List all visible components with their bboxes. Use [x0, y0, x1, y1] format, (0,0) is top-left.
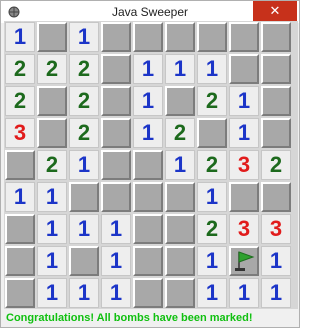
- revealed-cell-2[interactable]: 2: [69, 86, 99, 116]
- revealed-cell-2[interactable]: 2: [165, 118, 195, 148]
- revealed-cell-2[interactable]: 2: [5, 54, 35, 84]
- covered-cell[interactable]: [101, 150, 131, 180]
- covered-cell[interactable]: [197, 118, 227, 148]
- covered-cell[interactable]: [101, 22, 131, 52]
- covered-cell[interactable]: [165, 246, 195, 276]
- revealed-cell-3[interactable]: 3: [261, 214, 291, 244]
- covered-cell[interactable]: [229, 22, 259, 52]
- revealed-cell-1[interactable]: 1: [229, 278, 259, 308]
- covered-cell[interactable]: [229, 54, 259, 84]
- covered-cell[interactable]: [261, 182, 291, 212]
- covered-cell[interactable]: [165, 22, 195, 52]
- revealed-cell-1[interactable]: 1: [133, 118, 163, 148]
- close-button[interactable]: ✕: [253, 1, 297, 21]
- covered-cell[interactable]: [229, 182, 259, 212]
- revealed-cell-1[interactable]: 1: [101, 246, 131, 276]
- covered-cell[interactable]: [5, 246, 35, 276]
- covered-cell[interactable]: [133, 246, 163, 276]
- revealed-cell-1[interactable]: 1: [261, 278, 291, 308]
- revealed-cell-1[interactable]: 1: [165, 150, 195, 180]
- covered-cell[interactable]: [101, 182, 131, 212]
- flagged-cell[interactable]: [229, 246, 259, 276]
- revealed-cell-2[interactable]: 2: [5, 86, 35, 116]
- covered-cell[interactable]: [165, 86, 195, 116]
- revealed-cell-1[interactable]: 1: [165, 54, 195, 84]
- status-message: Congratulations! All bombs have been mar…: [6, 312, 253, 324]
- covered-cell[interactable]: [37, 86, 67, 116]
- covered-cell[interactable]: [133, 182, 163, 212]
- revealed-cell-1[interactable]: 1: [37, 278, 67, 308]
- revealed-cell-2[interactable]: 2: [261, 150, 291, 180]
- covered-cell[interactable]: [133, 214, 163, 244]
- covered-cell[interactable]: [37, 118, 67, 148]
- title-bar: Java Sweeper ✕: [1, 1, 299, 23]
- covered-cell[interactable]: [5, 278, 35, 308]
- covered-cell[interactable]: [165, 214, 195, 244]
- revealed-cell-1[interactable]: 1: [69, 214, 99, 244]
- revealed-cell-3[interactable]: 3: [5, 118, 35, 148]
- revealed-cell-3[interactable]: 3: [229, 214, 259, 244]
- revealed-cell-1[interactable]: 1: [133, 54, 163, 84]
- covered-cell[interactable]: [101, 86, 131, 116]
- revealed-cell-1[interactable]: 1: [133, 86, 163, 116]
- covered-cell[interactable]: [261, 22, 291, 52]
- covered-cell[interactable]: [133, 22, 163, 52]
- revealed-cell-1[interactable]: 1: [37, 246, 67, 276]
- revealed-cell-1[interactable]: 1: [101, 214, 131, 244]
- revealed-cell-1[interactable]: 1: [69, 150, 99, 180]
- covered-cell[interactable]: [261, 54, 291, 84]
- revealed-cell-2[interactable]: 2: [37, 150, 67, 180]
- revealed-cell-1[interactable]: 1: [37, 214, 67, 244]
- revealed-cell-1[interactable]: 1: [261, 246, 291, 276]
- revealed-cell-2[interactable]: 2: [197, 86, 227, 116]
- revealed-cell-1[interactable]: 1: [197, 182, 227, 212]
- revealed-cell-2[interactable]: 2: [37, 54, 67, 84]
- covered-cell[interactable]: [69, 182, 99, 212]
- covered-cell[interactable]: [69, 246, 99, 276]
- covered-cell[interactable]: [165, 182, 195, 212]
- revealed-cell-1[interactable]: 1: [69, 278, 99, 308]
- covered-cell[interactable]: [133, 150, 163, 180]
- revealed-cell-1[interactable]: 1: [197, 278, 227, 308]
- covered-cell[interactable]: [165, 278, 195, 308]
- covered-cell[interactable]: [261, 86, 291, 116]
- revealed-cell-2[interactable]: 2: [69, 54, 99, 84]
- revealed-cell-2[interactable]: 2: [197, 150, 227, 180]
- revealed-cell-1[interactable]: 1: [229, 86, 259, 116]
- covered-cell[interactable]: [101, 54, 131, 84]
- covered-cell[interactable]: [5, 214, 35, 244]
- covered-cell[interactable]: [37, 22, 67, 52]
- revealed-cell-2[interactable]: 2: [197, 214, 227, 244]
- revealed-cell-1[interactable]: 1: [229, 118, 259, 148]
- covered-cell[interactable]: [197, 22, 227, 52]
- covered-cell[interactable]: [133, 278, 163, 308]
- revealed-cell-1[interactable]: 1: [69, 22, 99, 52]
- covered-cell[interactable]: [5, 150, 35, 180]
- revealed-cell-1[interactable]: 1: [197, 246, 227, 276]
- revealed-cell-3[interactable]: 3: [229, 150, 259, 180]
- revealed-cell-1[interactable]: 1: [5, 182, 35, 212]
- revealed-cell-2[interactable]: 2: [69, 118, 99, 148]
- flag-icon: [235, 251, 255, 271]
- revealed-cell-1[interactable]: 1: [37, 182, 67, 212]
- revealed-cell-1[interactable]: 1: [101, 278, 131, 308]
- revealed-cell-1[interactable]: 1: [197, 54, 227, 84]
- covered-cell[interactable]: [261, 118, 291, 148]
- game-window: Java Sweeper ✕ 1122211122121321212112321…: [0, 0, 300, 328]
- minefield-grid: 1122211122121321212112321111112331111111…: [4, 21, 298, 309]
- covered-cell[interactable]: [101, 118, 131, 148]
- revealed-cell-1[interactable]: 1: [5, 22, 35, 52]
